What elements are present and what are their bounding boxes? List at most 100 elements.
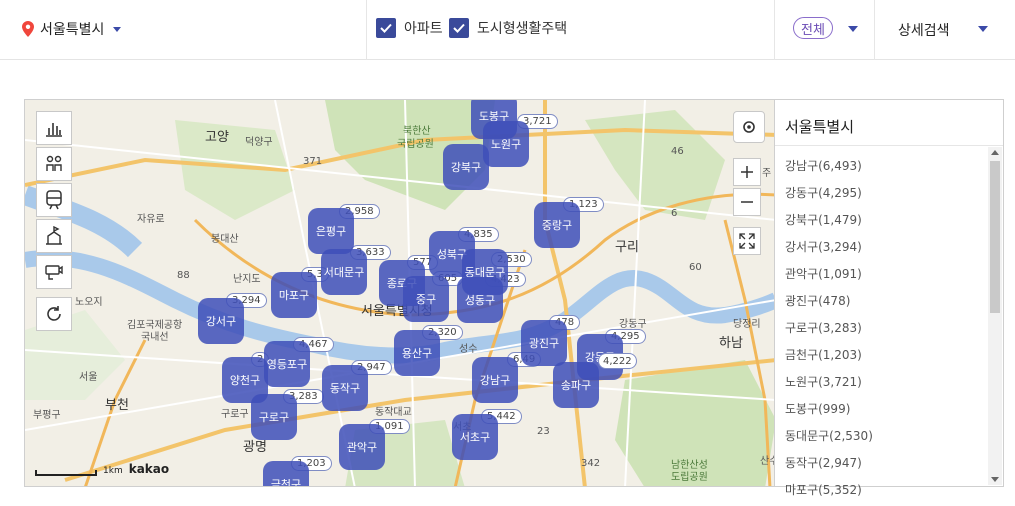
district-list-item[interactable]: 광진구(478) [775,287,987,314]
region-label: 서울특별시 [40,22,105,38]
map-label-gangdong: 강동구 [619,319,647,330]
road-number: 371 [303,156,323,167]
divider [774,0,775,60]
minus-icon [741,201,753,203]
map-label-bongdaesan: 봉대산 [211,234,239,245]
district-list-item[interactable]: 강동구(4,295) [775,179,987,206]
zoom-in-button[interactable] [733,158,761,186]
district-list-item[interactable]: 관악구(1,091) [775,260,987,287]
cluster-yeongdeungpo[interactable]: 영등포구 [264,341,310,387]
check-icon [376,18,396,38]
road-number: 46 [671,146,684,157]
map-label-seongsu: 성수 [459,344,478,355]
scroll-down-icon[interactable] [991,477,999,482]
subway-icon [46,190,62,210]
cluster-jungnang[interactable]: 중랑구 [534,202,580,248]
region-selector[interactable]: 서울특별시 [22,18,122,40]
map-label-noosi: 노오지 [75,297,103,308]
urban-housing-label: 도시형생활주택 [477,21,568,37]
road-number: 60 [689,262,702,273]
cluster-gangbuk[interactable]: 강북구 [443,144,489,190]
map-label-namhansanseong-park: 도립공원 [671,472,708,483]
district-list-item[interactable]: 도봉구(999) [775,395,987,422]
district-list-item[interactable]: 강남구(6,493) [775,152,987,179]
cluster-nowon[interactable]: 노원구 [483,121,529,167]
map-label-domestic: 국내선 [141,332,169,343]
cluster-gangseo[interactable]: 강서구 [198,298,244,344]
district-list-item[interactable]: 강서구(3,294) [775,233,987,260]
cluster-songpa[interactable]: 송파구 [553,362,599,408]
check-icon [449,18,469,38]
scroll-thumb[interactable] [990,161,1000,313]
chevron-down-icon [113,26,122,32]
refresh-button[interactable] [36,297,72,331]
scale-line [35,470,97,476]
bar-chart-icon [46,123,62,137]
type-filter-pill[interactable]: 전체 [793,17,833,39]
map-scale: 1km kakao [35,462,169,476]
map-label-guri: 구리 [615,240,639,255]
camera-icon [45,265,63,280]
divider [874,0,875,60]
cluster-seocho[interactable]: 서초구 [452,414,498,460]
panel-title: 서울특별시 [775,100,1003,146]
district-list-item[interactable]: 금천구(1,203) [775,341,987,368]
apartment-checkbox[interactable]: 아파트 [376,18,443,38]
road-number: 88 [177,270,190,281]
cctv-tool-button[interactable] [36,255,72,289]
district-list-item[interactable]: 노원구(3,721) [775,368,987,395]
people-tool-button[interactable] [36,147,72,181]
advanced-search-button[interactable]: 상세검색 [898,20,950,40]
advanced-dropdown-arrow-icon[interactable] [978,26,988,32]
cluster-geumcheon[interactable]: 금천구 [263,461,309,486]
apartment-label: 아파트 [404,21,443,37]
cluster-mapo[interactable]: 마포구 [271,272,317,318]
map-label-hanam: 하남 [719,336,743,351]
cluster-guro[interactable]: 구로구 [251,394,297,440]
cluster-gwangjin[interactable]: 광진구 [521,320,567,366]
map-label-bukhansan-park: 국립공원 [397,139,434,150]
type-dropdown-arrow-icon[interactable] [848,26,858,32]
school-tool-button[interactable] [36,219,72,253]
road-number: 6 [671,208,678,219]
cluster-jung[interactable]: 중구 [403,276,449,322]
map-view[interactable]: 고양 덕양구 북한산 국립공원 자유로 봉대산 난지도 노오지 김포국제공항 국… [24,99,775,487]
district-panel: 서울특별시 강남구(6,493) 강동구(4,295) 강북구(1,479) 강서구(… [774,99,1004,497]
cluster-gangnam[interactable]: 강남구 [472,357,518,403]
subway-tool-button[interactable] [36,183,72,217]
district-list-item[interactable]: 구로구(3,283) [775,314,987,341]
cluster-seodaemun[interactable]: 서대문구 [321,249,367,295]
people-icon [46,155,62,171]
cluster-dongjak[interactable]: 동작구 [322,365,368,411]
cluster-yongsan[interactable]: 용산구 [394,330,440,376]
cluster-seongdong[interactable]: 성동구 [457,277,503,323]
scroll-up-icon[interactable] [991,150,999,155]
map-label-seoul-small: 서울 [79,372,98,383]
district-list-item[interactable]: 강북구(1,479) [775,206,987,233]
map-label-dongjak-bridge: 동작대교 [375,407,412,418]
map-label-deogyang: 덕양구 [245,137,273,148]
location-pin-icon [22,21,34,37]
chart-tool-button[interactable] [36,111,72,145]
district-list: 강남구(6,493) 강동구(4,295) 강북구(1,479) 강서구(3,294)… [775,152,987,503]
district-list-item[interactable]: 마포구(5,352) [775,476,987,503]
district-list-item[interactable]: 동대문구(2,530) [775,422,987,449]
cluster-gwanak[interactable]: 관악구 [339,424,385,470]
my-location-button[interactable] [733,111,765,143]
urban-housing-checkbox[interactable]: 도시형생활주택 [449,18,567,38]
road-number: 23 [537,426,550,437]
fullscreen-button[interactable] [733,227,761,255]
plus-icon [741,166,753,178]
zoom-out-button[interactable] [733,188,761,216]
refresh-icon [47,306,61,321]
count-badge[interactable]: 4,222 [598,353,637,369]
map-label-sansu: 산수 [760,456,774,467]
map-label-dangjeong: 당정리 [733,319,761,330]
map-label-bupyeong: 부평구 [33,410,61,421]
map-label-guro: 구로구 [221,409,249,420]
scale-label: 1km [103,466,123,476]
divider [366,0,367,60]
district-list-item[interactable]: 동작구(2,947) [775,449,987,476]
cluster-eunpyeong[interactable]: 은평구 [308,208,354,254]
scrollbar[interactable] [988,147,1002,485]
